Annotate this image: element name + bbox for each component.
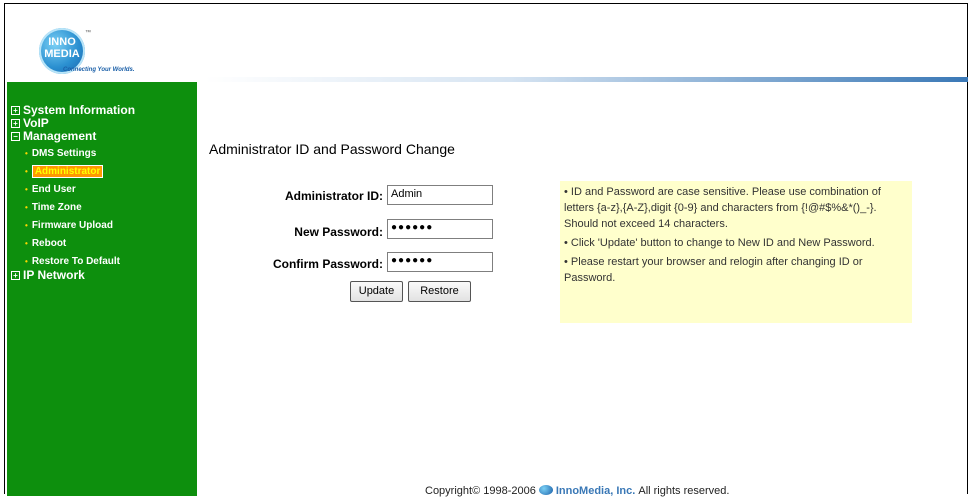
header-divider <box>205 77 968 82</box>
bullet-icon: • <box>25 239 28 248</box>
new-password-input[interactable]: ●●●●●● <box>387 219 493 239</box>
bullet-icon: • <box>25 185 28 194</box>
expand-icon: + <box>11 106 20 115</box>
page-title: Administrator ID and Password Change <box>209 141 455 157</box>
page-frame: INNO MEDIA ™ Connecting Your Worlds. + Sy… <box>4 3 968 497</box>
sidebar-item-dms-settings[interactable]: • DMS Settings <box>11 148 135 160</box>
sidebar-item-firmware-upload[interactable]: • Firmware Upload <box>11 220 135 232</box>
update-button[interactable]: Update <box>350 281 403 302</box>
bullet-icon: • <box>25 221 28 230</box>
sidebar-item-ip-network[interactable]: + IP Network <box>11 269 135 281</box>
logo-line1: INNO <box>48 36 76 48</box>
bullet-icon: • <box>25 257 28 266</box>
logo-tagline: Connecting Your Worlds. <box>63 67 135 73</box>
sidebar-item-label: Time Zone <box>31 202 82 213</box>
expand-icon: + <box>11 271 20 280</box>
header-logo: INNO MEDIA ™ Connecting Your Worlds. <box>7 6 207 80</box>
info-bullet: • ID and Password are case sensitive. Pl… <box>564 186 881 230</box>
sidebar-item-label: Firmware Upload <box>31 220 113 231</box>
sidebar-item-restore-to-default[interactable]: • Restore To Default <box>11 256 135 268</box>
confirm-password-label: Confirm Password: <box>272 257 383 271</box>
sidebar-menu: + System Information + VoIP − Management • D… <box>11 104 135 287</box>
bullet-icon: • <box>25 167 28 176</box>
new-password-label: New Password: <box>294 225 383 239</box>
info-panel: • ID and Password are case sensitive. Pl… <box>560 181 912 323</box>
sidebar-item-label: Reboot <box>31 238 67 249</box>
sidebar-item-administrator[interactable]: • Administrator <box>11 165 135 178</box>
sidebar-item-reboot[interactable]: • Reboot <box>11 238 135 250</box>
sidebar: + System Information + VoIP − Management • D… <box>7 82 197 496</box>
restore-button[interactable]: Restore <box>408 281 471 302</box>
admin-id-label: Administrator ID: <box>284 189 383 203</box>
sidebar-item-label: VoIP <box>23 116 49 130</box>
sidebar-item-voip[interactable]: + VoIP <box>11 117 135 129</box>
copyright-brand: InnoMedia, Inc. <box>555 485 636 497</box>
footer-copyright: Copyright© 1998-2006 InnoMedia, Inc. All … <box>425 485 729 497</box>
sidebar-item-system-information[interactable]: + System Information <box>11 104 135 116</box>
bullet-icon: • <box>25 149 28 158</box>
sidebar-item-label: IP Network <box>23 268 85 282</box>
sidebar-item-label: Management <box>23 129 97 143</box>
sidebar-item-end-user[interactable]: • End User <box>11 184 135 196</box>
info-bullet: • Please restart your browser and relogi… <box>564 256 863 284</box>
collapse-icon: − <box>11 132 20 141</box>
sidebar-item-management[interactable]: − Management <box>11 130 135 142</box>
sidebar-item-label: End User <box>31 184 76 195</box>
info-bullet: • Click 'Update' button to change to New… <box>564 237 875 249</box>
logo-tm: ™ <box>85 30 91 36</box>
expand-icon: + <box>11 119 20 128</box>
sidebar-item-time-zone[interactable]: • Time Zone <box>11 202 135 214</box>
confirm-password-input[interactable]: ●●●●●● <box>387 252 493 272</box>
logo-line2: MEDIA <box>44 48 80 60</box>
sidebar-item-label: Restore To Default <box>31 256 120 267</box>
sidebar-item-label: System Information <box>23 103 136 117</box>
sidebar-item-label: Administrator <box>31 165 104 178</box>
admin-id-input[interactable]: Admin <box>387 185 493 205</box>
copyright-rights: All rights reserved. <box>638 485 730 497</box>
sidebar-item-label: DMS Settings <box>31 148 97 159</box>
bullet-icon: • <box>25 203 28 212</box>
copyright-text: Copyright© 1998-2006 <box>425 485 536 497</box>
